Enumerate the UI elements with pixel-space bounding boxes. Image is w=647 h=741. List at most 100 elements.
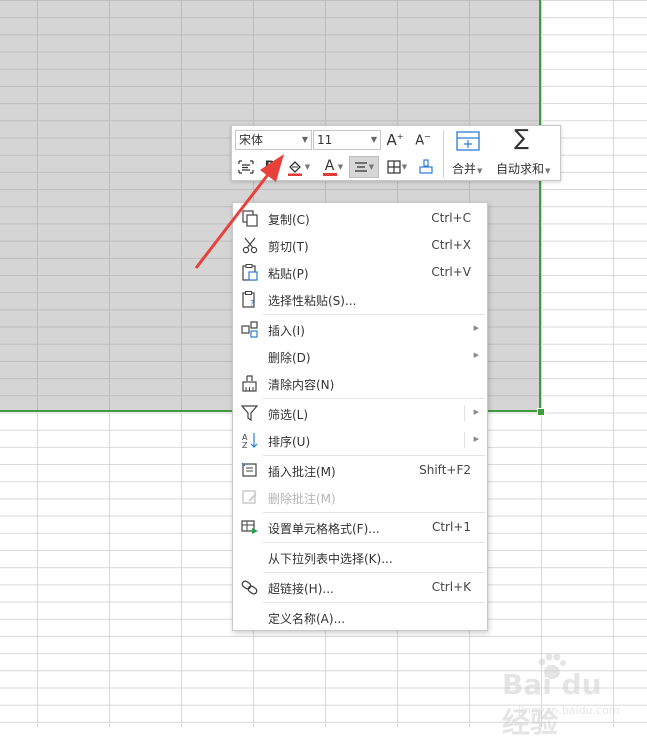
fill-handle[interactable] — [537, 408, 545, 416]
format-painter-button[interactable] — [415, 156, 437, 178]
shrink-font-icon: A− — [415, 131, 431, 149]
bold-button[interactable]: B — [261, 157, 279, 177]
chevron-down-icon: ▼ — [401, 163, 408, 171]
menu-separator — [263, 602, 485, 603]
chevron-down-icon: ▼ — [368, 163, 375, 171]
split-divider — [464, 405, 465, 421]
paste-icon — [242, 264, 258, 281]
font-color-button[interactable]: A ▼ — [320, 156, 346, 178]
chevron-down-icon: ▼ — [337, 163, 344, 171]
watermark-site: jingyan.baidu.com — [518, 704, 620, 717]
merge-cells-icon — [456, 131, 480, 151]
menu-item-delete-comment: 删除批注(M) — [233, 484, 487, 511]
menu-separator — [263, 512, 485, 513]
cut-icon — [242, 237, 258, 254]
font-name-select[interactable]: 宋体 ▼ — [235, 130, 312, 150]
mini-toolbar: 宋体 ▼ 11 ▼ A+ A− B ▼ A ▼ ▼ ▼ 合并▼ ∑ 自动求和▼ — [231, 125, 561, 181]
svg-text:?: ? — [250, 299, 254, 308]
menu-item-label: 从下拉列表中选择(K)... — [268, 552, 393, 566]
menu-item-filter[interactable]: 筛选(L) ▶ — [233, 400, 487, 427]
svg-text:Z: Z — [242, 441, 248, 449]
menu-item-label: 超链接(H)... — [268, 582, 334, 596]
menu-item-pick-from-list[interactable]: 从下拉列表中选择(K)... — [233, 544, 487, 571]
autosum-label: 自动求和▼ — [496, 162, 551, 176]
format-painter-icon — [419, 159, 433, 174]
submenu-arrow-icon: ▶ — [473, 408, 479, 416]
menu-separator — [263, 572, 485, 573]
delete-comment-icon — [242, 490, 257, 504]
format-cells-icon — [241, 520, 258, 534]
menu-item-label: 定义名称(A)... — [268, 612, 346, 626]
menu-item-define-name[interactable]: 定义名称(A)... — [233, 604, 487, 631]
menu-item-label: 清除内容(N) — [268, 378, 335, 392]
wrap-text-icon — [238, 160, 254, 174]
clear-content-icon — [242, 375, 257, 392]
increase-font-size-button[interactable]: A+ — [384, 129, 406, 151]
menu-item-shortcut: Ctrl+K — [431, 580, 471, 594]
paint-bucket-icon — [287, 161, 302, 176]
menu-item-shortcut: Ctrl+C — [431, 211, 471, 225]
merge-cells-button[interactable]: 合并▼ — [448, 128, 488, 178]
wrap-text-button[interactable] — [235, 157, 257, 177]
menu-item-label: 插入(I) — [268, 324, 305, 338]
menu-item-shortcut: Ctrl+X — [431, 238, 471, 252]
grow-font-icon: A+ — [386, 131, 404, 149]
baidu-jingyan-watermark: Bai du 经验 jingyan.baidu.com — [496, 654, 636, 739]
borders-button[interactable]: ▼ — [383, 156, 411, 178]
menu-item-label: 粘贴(P) — [268, 267, 309, 281]
paste-special-icon: ? — [242, 291, 255, 308]
context-menu: 复制(C) Ctrl+C 剪切(T) Ctrl+X 粘贴(P) Ctrl+V ?… — [232, 202, 488, 631]
menu-item-shortcut: Ctrl+1 — [431, 520, 471, 534]
filter-icon — [241, 405, 259, 422]
copy-icon — [242, 210, 258, 227]
menu-item-sort[interactable]: A Z 排序(U) ▶ — [233, 427, 487, 454]
menu-item-shortcut: Shift+F2 — [419, 463, 471, 477]
chevron-down-icon: ▼ — [301, 135, 308, 144]
menu-separator — [263, 398, 485, 399]
align-center-icon — [354, 162, 367, 172]
menu-item-label: 复制(C) — [268, 213, 310, 227]
menu-item-label: 筛选(L) — [268, 408, 309, 422]
font-color-icon: A — [322, 158, 337, 176]
chevron-down-icon: ▼ — [304, 163, 311, 171]
insert-comment-icon — [241, 462, 257, 477]
menu-item-format-cells[interactable]: 设置单元格格式(F)... Ctrl+1 — [233, 514, 487, 541]
menu-item-label: 选择性粘贴(S)... — [268, 294, 357, 308]
font-name-value: 宋体 — [239, 133, 264, 147]
menu-item-hyperlink[interactable]: 超链接(H)... Ctrl+K — [233, 574, 487, 601]
font-size-value: 11 — [317, 133, 333, 147]
submenu-arrow-icon: ▶ — [473, 435, 479, 443]
fill-color-button[interactable]: ▼ — [283, 156, 313, 178]
chevron-down-icon: ▼ — [370, 135, 377, 144]
decrease-font-size-button[interactable]: A− — [412, 129, 434, 151]
toolbar-divider — [443, 130, 444, 178]
hyperlink-icon — [241, 580, 258, 595]
menu-item-copy[interactable]: 复制(C) Ctrl+C — [233, 205, 487, 232]
menu-item-label: 剪切(T) — [268, 240, 309, 254]
borders-icon — [387, 160, 401, 174]
sigma-icon: ∑ — [514, 126, 529, 151]
bold-icon: B — [264, 159, 276, 175]
align-center-button[interactable]: ▼ — [349, 156, 379, 178]
menu-separator — [263, 314, 485, 315]
submenu-arrow-icon: ▶ — [473, 324, 479, 332]
menu-item-shortcut: Ctrl+V — [431, 265, 471, 279]
menu-item-insert-comment[interactable]: 插入批注(M) Shift+F2 — [233, 457, 487, 484]
menu-item-clear-content[interactable]: 清除内容(N) — [233, 370, 487, 397]
menu-item-label: 插入批注(M) — [268, 465, 336, 479]
menu-separator — [263, 542, 485, 543]
menu-item-delete[interactable]: 删除(D) ▶ — [233, 343, 487, 370]
autosum-button[interactable]: ∑ 自动求和▼ — [494, 126, 558, 178]
split-divider — [464, 432, 465, 448]
menu-item-paste-special[interactable]: ? 选择性粘贴(S)... — [233, 286, 487, 313]
font-size-select[interactable]: 11 ▼ — [313, 130, 381, 150]
sort-icon: A Z — [242, 433, 258, 449]
menu-item-label: 设置单元格格式(F)... — [268, 522, 380, 536]
menu-item-paste[interactable]: 粘贴(P) Ctrl+V — [233, 259, 487, 286]
menu-item-label: 排序(U) — [268, 435, 311, 449]
menu-item-cut[interactable]: 剪切(T) Ctrl+X — [233, 232, 487, 259]
menu-item-insert[interactable]: 插入(I) ▶ — [233, 316, 487, 343]
insert-icon — [241, 321, 258, 338]
menu-item-label: 删除(D) — [268, 351, 311, 365]
menu-separator — [263, 455, 485, 456]
